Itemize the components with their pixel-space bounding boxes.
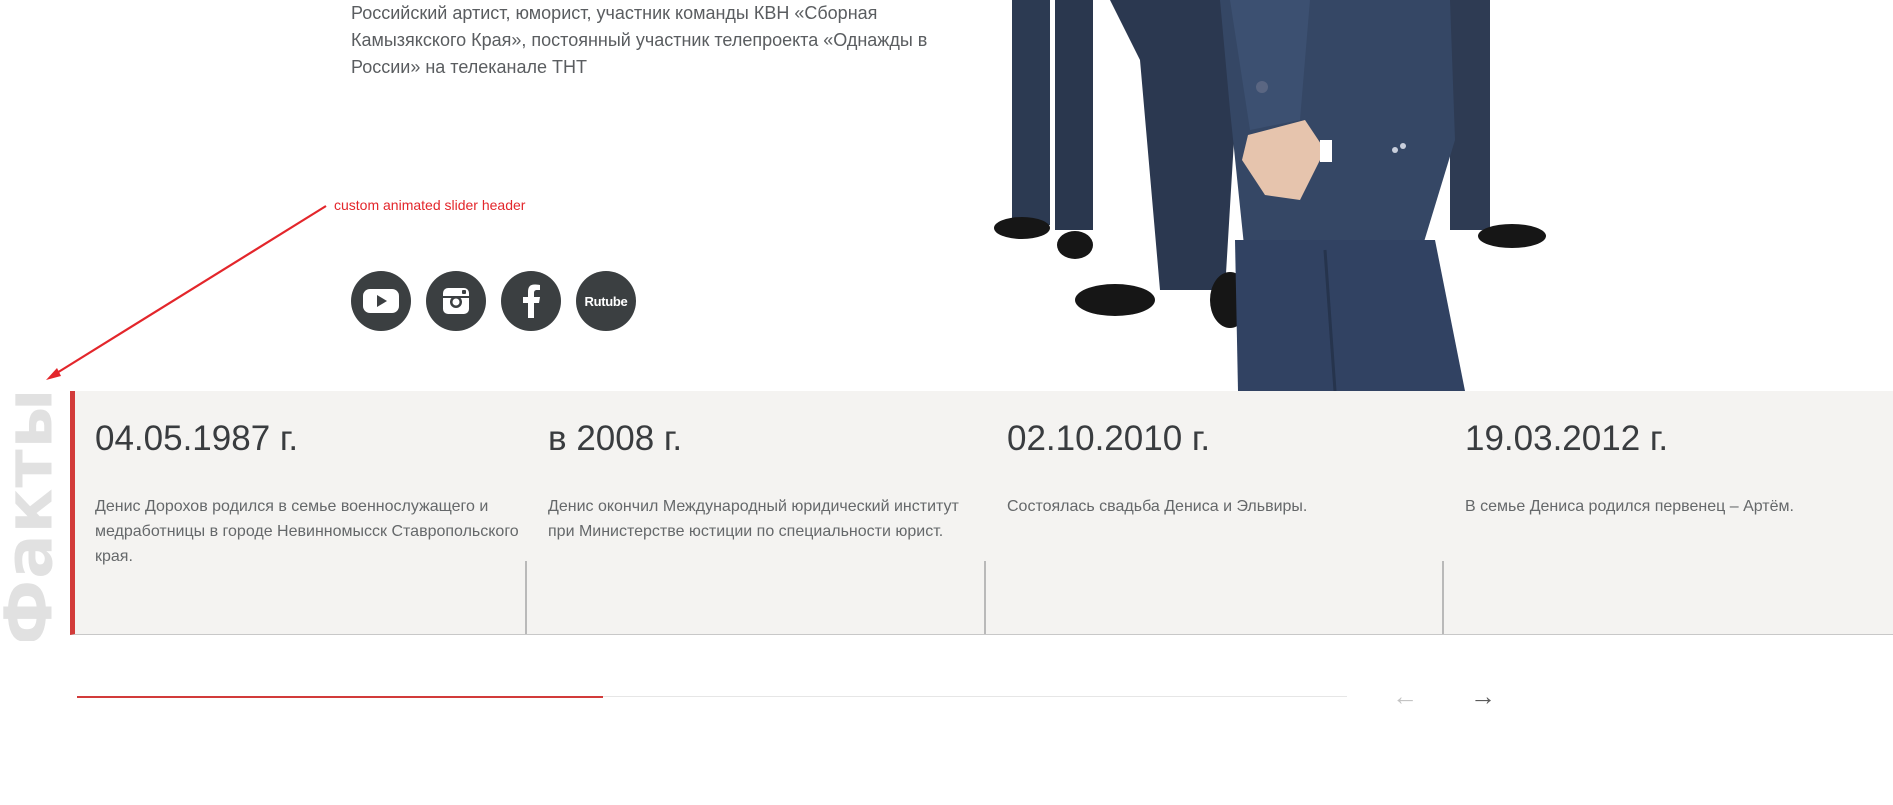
fact-date: 19.03.2012 г. bbox=[1465, 419, 1669, 458]
fact-text: Денис окончил Международный юридический … bbox=[548, 498, 959, 540]
facebook-link[interactable] bbox=[501, 271, 561, 331]
artist-photo bbox=[980, 0, 1600, 391]
annotation-label: custom animated slider header bbox=[334, 197, 526, 213]
facts-slider: 04.05.1987 г. Денис Дорохов родился в се… bbox=[70, 391, 1893, 635]
slider-progress-track bbox=[77, 696, 1347, 698]
fact-date: 02.10.2010 г. bbox=[1007, 419, 1211, 458]
annotation-arrow bbox=[46, 205, 327, 380]
slider-header: Факты bbox=[0, 391, 58, 641]
fact-text: В семье Дениса родился первенец – Артём. bbox=[1465, 498, 1794, 515]
fact-text: Денис Дорохов родился в семье военнослуж… bbox=[95, 498, 519, 565]
fact-divider bbox=[984, 561, 986, 634]
youtube-link[interactable] bbox=[351, 271, 411, 331]
slider-prev-button[interactable]: ← bbox=[1392, 681, 1418, 711]
rutube-link[interactable]: Rutube bbox=[576, 271, 636, 331]
slider-progress-fill bbox=[77, 696, 603, 698]
rutube-label: Rutube bbox=[584, 293, 628, 309]
facebook-icon bbox=[523, 284, 540, 318]
youtube-icon bbox=[363, 289, 399, 313]
instagram-icon bbox=[443, 288, 469, 314]
fact-divider bbox=[1442, 561, 1444, 634]
fact-date: в 2008 г. bbox=[548, 419, 683, 458]
slider-header-text: Факты bbox=[0, 391, 58, 641]
fact-date: 04.05.1987 г. bbox=[95, 419, 299, 458]
fact-divider bbox=[525, 561, 527, 634]
fact-text: Состоялась свадьба Дениса и Эльвиры. bbox=[1007, 498, 1308, 515]
social-links: Rutube bbox=[351, 271, 636, 331]
slider-next-button[interactable]: → bbox=[1470, 681, 1496, 711]
instagram-link[interactable] bbox=[426, 271, 486, 331]
artist-bio: Российский артист, юморист, участник ком… bbox=[351, 3, 928, 77]
